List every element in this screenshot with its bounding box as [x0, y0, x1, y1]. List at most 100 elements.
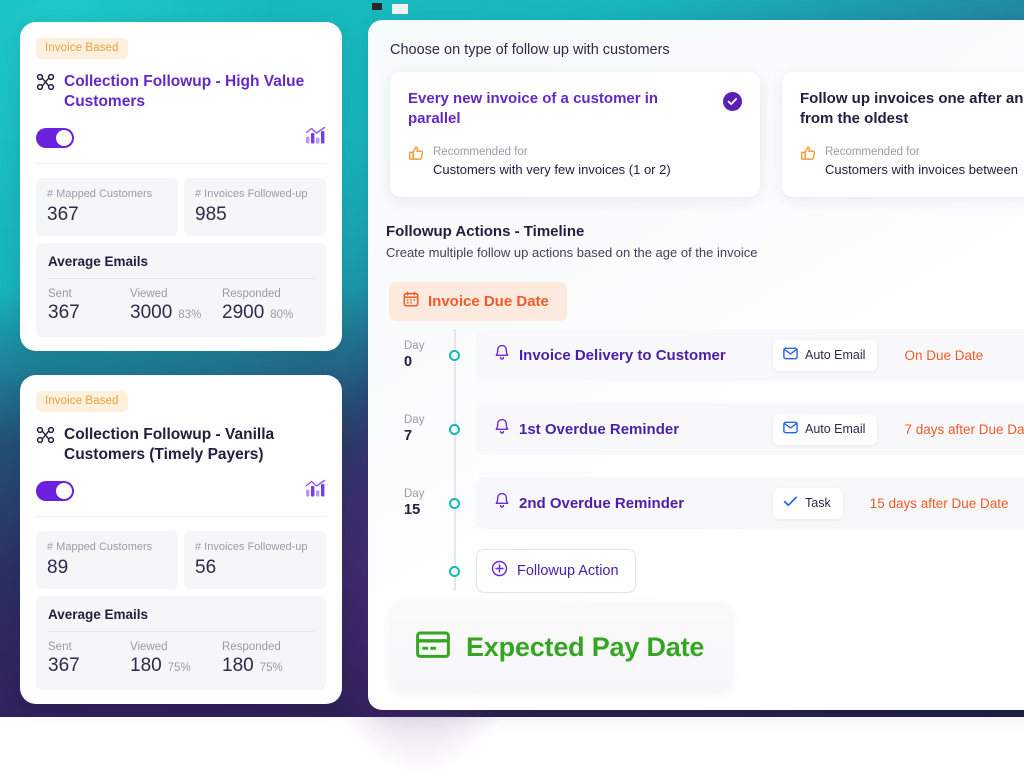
timeline-row-content: Invoice Delivery to Customer Auto Email … [476, 329, 1024, 381]
followup-card[interactable]: Invoice Based Collection Followup - High… [20, 22, 342, 351]
stat-value: 56 [195, 557, 315, 579]
timeline-node-dot [432, 350, 476, 361]
timeline-node-dot [432, 424, 476, 435]
add-followup-action-button[interactable]: Followup Action [476, 549, 636, 593]
day-word: Day [404, 488, 432, 501]
timeline-row[interactable]: Day 15 2nd Overdue Reminder [386, 477, 1024, 529]
avg-label: Sent [48, 288, 130, 300]
timeline-day: Day 7 [386, 414, 432, 444]
avg-percent: 75% [260, 662, 283, 674]
followup-card[interactable]: Invoice Based Collection Followup - Vani… [20, 375, 342, 704]
avg-label: Responded [222, 641, 314, 653]
average-emails-title: Average Emails [48, 607, 314, 632]
timeline-when-label: 15 days after Due Date [870, 496, 1009, 511]
timeline-channel-label: Auto Email [805, 348, 865, 362]
avg-label: Responded [222, 288, 314, 300]
avg-percent: 80% [270, 309, 293, 321]
day-number: 0 [404, 354, 432, 371]
recommendation: Recommended for Customers with invoices … [800, 145, 1024, 180]
invoice-due-date-label: Invoice Due Date [428, 293, 549, 310]
card-stats: # Mapped Customers 367 # Invoices Follow… [36, 178, 326, 236]
timeline-day: Day 0 [386, 340, 432, 370]
card-title: Collection Followup - High Value Custome… [64, 72, 326, 112]
stat-invoices-followed-up: # Invoices Followed-up 985 [184, 178, 326, 236]
timeline-row[interactable]: Day 7 1st Overdue Reminder [386, 403, 1024, 455]
option-card-sequential[interactable]: Follow up invoices one after another fro… [782, 72, 1024, 197]
timeline-action: 1st Overdue Reminder [494, 418, 762, 440]
card-controls [36, 479, 326, 517]
avg-percent: 83% [178, 309, 201, 321]
recommendation-label: Recommended for [433, 145, 671, 161]
workflow-nodes-icon [36, 427, 55, 448]
average-emails-panel: Average Emails Sent 367 Viewed 180 75% [36, 596, 326, 690]
stat-mapped-customers: # Mapped Customers 89 [36, 531, 178, 589]
stat-value: 89 [47, 557, 167, 579]
avg-col-responded: Responded 180 75% [222, 641, 314, 677]
option-title: Follow up invoices one after another fro… [800, 89, 1024, 129]
avg-col-responded: Responded 2900 80% [222, 288, 314, 324]
timeline-action: Invoice Delivery to Customer [494, 344, 762, 366]
timeline-action-label: Invoice Delivery to Customer [519, 347, 726, 364]
timeline-subtitle: Create multiple follow up actions based … [386, 245, 1024, 260]
option-card-parallel[interactable]: Every new invoice of a customer in paral… [390, 72, 760, 197]
avg-value: 3000 [130, 302, 172, 324]
avg-label: Viewed [130, 641, 222, 653]
recommendation: Recommended for Customers with very few … [408, 145, 742, 180]
followup-type-options: Every new invoice of a customer in paral… [368, 58, 1024, 197]
followup-timeline-section: Followup Actions - Timeline Create multi… [368, 197, 1024, 591]
card-title: Collection Followup - Vanilla Customers … [64, 425, 326, 465]
timeline-title: Followup Actions - Timeline [386, 223, 1024, 240]
panel-heading: Choose on type of follow up with custome… [368, 20, 1024, 58]
bell-icon [494, 492, 510, 514]
day-word: Day [404, 340, 432, 353]
day-number: 7 [404, 428, 432, 445]
timeline-channel-pill[interactable]: Auto Email [773, 414, 877, 445]
stat-label: # Invoices Followed-up [195, 187, 315, 201]
workflow-nodes-icon [36, 74, 55, 95]
analytics-chart-icon[interactable] [305, 126, 326, 150]
thumbs-up-icon [800, 145, 817, 180]
card-stats: # Mapped Customers 89 # Invoices Followe… [36, 531, 326, 589]
timeline-channel-pill[interactable]: Task [773, 488, 843, 519]
timeline-node-dot [432, 498, 476, 509]
followup-cards-list: Invoice Based Collection Followup - High… [20, 22, 342, 704]
timeline-node-dot [432, 566, 476, 577]
recommendation-value: Customers with invoices between [825, 161, 1018, 179]
analytics-chart-icon[interactable] [305, 479, 326, 503]
avg-value: 180 [222, 655, 254, 677]
card-controls [36, 126, 326, 164]
enable-toggle[interactable] [36, 128, 74, 148]
expected-pay-date-overlay: Expected Pay Date [392, 603, 732, 691]
timeline-rows: Day 0 Invoice Delivery to Customer [386, 329, 1024, 591]
screen-artifact-light [392, 4, 408, 14]
avg-label: Viewed [130, 288, 222, 300]
day-word: Day [404, 414, 432, 427]
bell-icon [494, 418, 510, 440]
avg-value: 367 [48, 302, 80, 324]
timeline-row[interactable]: Day 0 Invoice Delivery to Customer [386, 329, 1024, 381]
bell-icon [494, 344, 510, 366]
screen-artifact-dark [372, 3, 382, 10]
avg-col-viewed: Viewed 180 75% [130, 641, 222, 677]
avg-value: 2900 [222, 302, 264, 324]
calendar-icon [403, 291, 419, 311]
card-type-badge: Invoice Based [36, 391, 128, 412]
plus-circle-icon [491, 560, 508, 581]
day-number: 15 [404, 502, 432, 519]
timeline-action: 2nd Overdue Reminder [494, 492, 762, 514]
stat-mapped-customers: # Mapped Customers 367 [36, 178, 178, 236]
recommendation-label: Recommended for [825, 145, 1018, 161]
timeline-channel-pill[interactable]: Auto Email [773, 340, 877, 371]
expected-pay-date-label: Expected Pay Date [466, 632, 704, 663]
enable-toggle[interactable] [36, 481, 74, 501]
avg-col-viewed: Viewed 3000 83% [130, 288, 222, 324]
envelope-icon [783, 347, 798, 363]
timeline-day: Day 15 [386, 488, 432, 518]
thumbs-up-icon [408, 145, 425, 180]
avg-value: 367 [48, 655, 80, 677]
average-emails-title: Average Emails [48, 254, 314, 279]
invoice-due-date-badge: Invoice Due Date [389, 282, 567, 321]
card-header: Collection Followup - Vanilla Customers … [36, 425, 326, 465]
stat-value: 367 [47, 204, 167, 226]
avg-col-sent: Sent 367 [48, 641, 130, 677]
